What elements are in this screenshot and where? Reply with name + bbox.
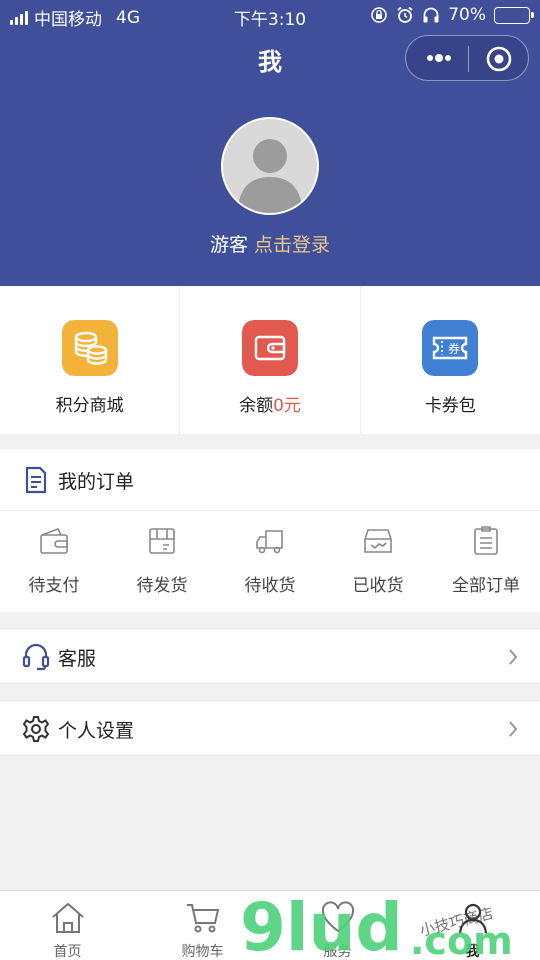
order-label: 全部订单: [452, 576, 520, 596]
wallet-outline-icon: [40, 527, 68, 554]
order-pending-shipment[interactable]: 待发货: [108, 511, 216, 612]
order-all[interactable]: 全部订单: [432, 511, 540, 612]
status-right: 70%: [370, 5, 534, 25]
customer-service-row[interactable]: 客服: [0, 628, 540, 684]
orders-title: 我的订单: [58, 471, 135, 493]
balance-button[interactable]: 余额0元: [180, 286, 361, 434]
battery-percent: 70%: [448, 5, 486, 25]
points-mall-button[interactable]: 积分商城: [0, 286, 181, 434]
home-icon: [51, 902, 84, 933]
inbox-check-icon: [364, 529, 392, 553]
coupon-badge-text: 券: [448, 341, 460, 356]
miniprogram-capsule: [405, 35, 529, 81]
chevron-right-icon: [509, 649, 518, 665]
order-status-row: 待支付 待发货 待收货 已收货 全部订单: [0, 511, 540, 612]
chevron-right-icon: [509, 721, 518, 737]
balance-amount: 0元: [273, 396, 301, 416]
headphones-icon: [423, 7, 439, 23]
capsule-divider: [468, 46, 469, 72]
document-icon: [25, 466, 47, 494]
clipboard-icon: [474, 526, 498, 555]
balance-label-row: 余额0元: [180, 391, 359, 416]
settings-label: 个人设置: [58, 720, 135, 742]
more-dots-icon[interactable]: [424, 49, 454, 67]
avatar[interactable]: [221, 117, 319, 215]
tab-cart[interactable]: 购物车: [135, 891, 270, 960]
status-bar: 中国移动 4G 下午3:10 70%: [0, 0, 540, 30]
order-label: 待收货: [244, 576, 296, 596]
coupons-button[interactable]: 券 卡券包: [361, 286, 540, 434]
wallet-icon: [241, 320, 298, 376]
points-mall-label: 积分商城: [55, 396, 124, 416]
orders-header[interactable]: 我的订单: [0, 449, 540, 511]
quick-actions: 积分商城 余额0元 券 卡券包: [0, 286, 540, 434]
heart-icon: [321, 901, 354, 933]
headset-icon: [22, 643, 50, 671]
login-link[interactable]: 点击登录: [254, 234, 330, 256]
tab-label: 我: [465, 944, 480, 960]
tab-home[interactable]: 首页: [0, 891, 135, 960]
order-pending-receipt[interactable]: 待收货: [216, 511, 324, 612]
balance-label: 余额: [239, 396, 274, 416]
tab-label: 首页: [53, 944, 82, 960]
profile-header: 中国移动 4G 下午3:10 70% 我 游客 点击登录: [0, 0, 540, 286]
truck-icon: [256, 530, 283, 554]
alarm-icon: [397, 6, 413, 23]
ticket-icon: 券: [422, 320, 479, 376]
rotation-lock-icon: [371, 7, 388, 23]
user-icon: [458, 903, 487, 934]
tab-service[interactable]: 服务: [270, 891, 405, 960]
tab-label: 服务: [323, 944, 352, 960]
login-prompt: 游客 点击登录: [0, 230, 540, 257]
settings-row[interactable]: 个人设置: [0, 700, 540, 756]
close-miniprogram-icon[interactable]: [486, 46, 512, 72]
battery-icon: [494, 6, 534, 24]
order-label: 已收货: [352, 576, 404, 596]
order-label: 待支付: [28, 576, 80, 596]
tab-label: 购物车: [181, 944, 224, 960]
tab-me[interactable]: 我: [405, 891, 540, 960]
order-label: 待发货: [136, 576, 188, 596]
order-pending-payment[interactable]: 待支付: [0, 511, 108, 612]
cart-icon: [186, 904, 219, 933]
coupons-label: 卡券包: [424, 396, 476, 416]
orders-section: 我的订单 待支付 待发货 待收货 已收货 全部订单: [0, 449, 540, 612]
package-icon: [149, 528, 175, 554]
gear-icon: [22, 716, 50, 742]
coins-icon: [61, 320, 118, 376]
guest-label: 游客: [209, 234, 248, 256]
customer-service-label: 客服: [58, 648, 97, 670]
tab-bar: 首页 购物车 服务 我: [0, 890, 540, 960]
default-avatar-icon: [223, 119, 317, 213]
order-received[interactable]: 已收货: [324, 511, 432, 612]
